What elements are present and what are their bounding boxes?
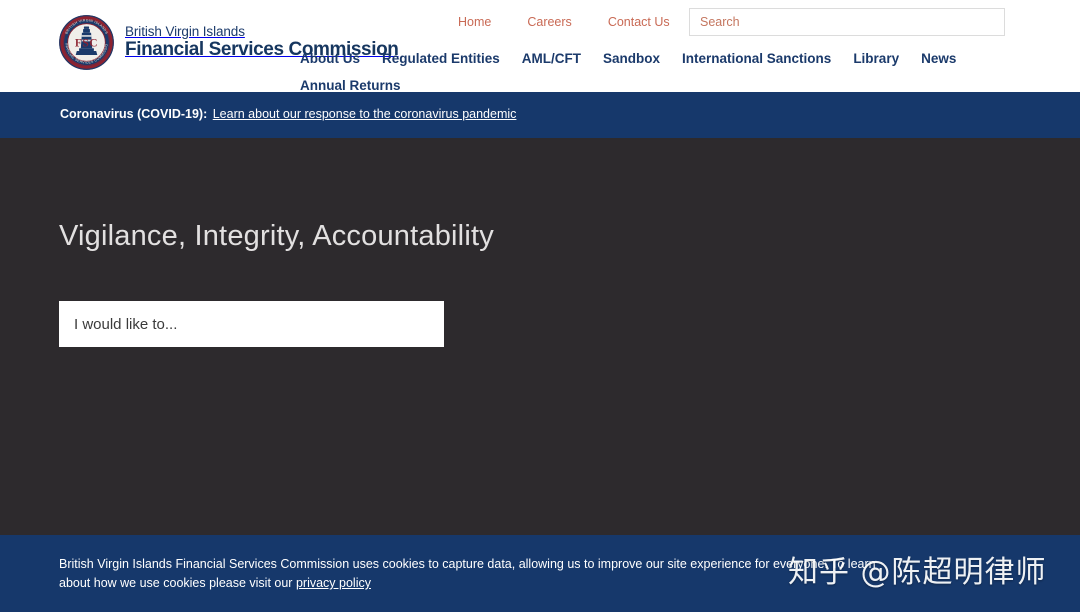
- main-nav-item-news[interactable]: News: [921, 48, 956, 70]
- cookie-consent-banner: British Virgin Islands Financial Service…: [0, 535, 1080, 612]
- hero-section: Vigilance, Integrity, Accountability: [0, 138, 1080, 535]
- page-root: FSC BRITISH VIRGIN ISLANDS FINANCIAL SER…: [0, 0, 1080, 612]
- main-nav-item-library[interactable]: Library: [853, 48, 899, 70]
- covid-banner: Coronavirus (COVID-19): Learn about our …: [0, 92, 1080, 138]
- svg-text:FSC: FSC: [75, 37, 98, 49]
- main-nav-item-international-sanctions[interactable]: International Sanctions: [682, 48, 831, 70]
- utility-nav: Home Careers Contact Us: [440, 15, 688, 29]
- covid-banner-label: Coronavirus (COVID-19):: [60, 107, 208, 121]
- brand-line-1: British Virgin Islands: [125, 23, 245, 39]
- hero-title: Vigilance, Integrity, Accountability: [59, 220, 494, 252]
- main-nav-item-about-us[interactable]: About Us: [300, 48, 360, 70]
- covid-banner-link[interactable]: Learn about our response to the coronavi…: [213, 107, 517, 121]
- cookie-consent-text-body: British Virgin Islands Financial Service…: [59, 557, 876, 590]
- site-header-right-fill: [1020, 0, 1080, 92]
- utility-nav-item-contact-us[interactable]: Contact Us: [590, 15, 688, 29]
- main-nav-item-sandbox[interactable]: Sandbox: [603, 48, 660, 70]
- cookie-consent-text: British Virgin Islands Financial Service…: [59, 555, 889, 593]
- hero-intent-field[interactable]: [59, 301, 444, 347]
- covid-banner-content: Coronavirus (COVID-19): Learn about our …: [60, 107, 516, 121]
- main-nav-item-aml-cft[interactable]: AML/CFT: [522, 48, 581, 70]
- hero-intent-input[interactable]: [59, 301, 444, 347]
- utility-nav-item-home[interactable]: Home: [440, 15, 509, 29]
- utility-nav-item-careers[interactable]: Careers: [509, 15, 589, 29]
- search-input[interactable]: [690, 9, 1004, 35]
- privacy-policy-link[interactable]: privacy policy: [296, 576, 371, 590]
- main-nav: About Us Regulated Entities AML/CFT Sand…: [300, 48, 1000, 97]
- bvi-fsc-lighthouse-seal-icon: FSC BRITISH VIRGIN ISLANDS FINANCIAL SER…: [57, 11, 115, 71]
- search-box[interactable]: [689, 8, 1005, 36]
- main-nav-item-regulated-entities[interactable]: Regulated Entities: [382, 48, 500, 70]
